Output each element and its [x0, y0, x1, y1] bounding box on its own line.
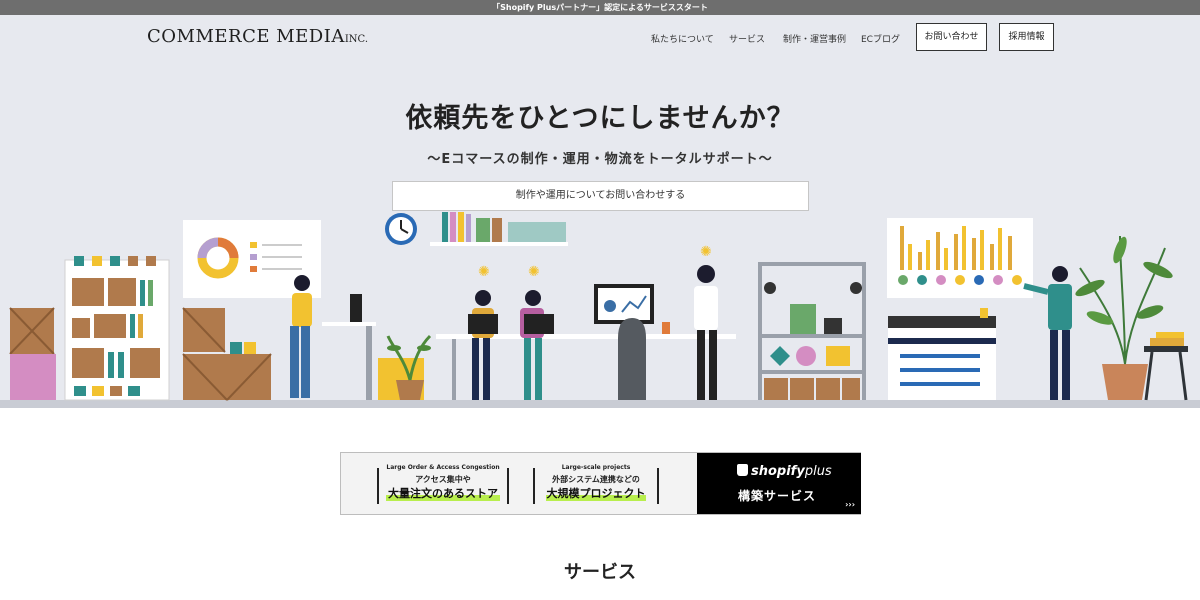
shopify-plus-logo: shopifyplus [737, 464, 832, 479]
contact-button[interactable]: お問い合わせ [916, 23, 987, 51]
banner-item2-en: Large-scale projects [561, 464, 631, 471]
company-logo[interactable]: COMMERCE MEDIAINC. [147, 26, 368, 47]
svg-text:✺: ✺ [528, 264, 540, 280]
printer-cabinet [888, 308, 996, 400]
nav-blog[interactable]: ECブログ [861, 32, 900, 45]
shopify-plus-text: plus [804, 464, 832, 479]
logo-main-text: COMMERCE MEDIA [147, 26, 345, 47]
person-man-pointing [1023, 266, 1072, 400]
hero-contact-button[interactable]: 制作や運用についてお問い合わせする [392, 181, 809, 211]
side-table [1144, 332, 1188, 401]
banner-item1-jp1: アクセス集中や [415, 475, 471, 484]
office-illustration: ✺ ✺ ✺ [0, 212, 1200, 408]
person-man-standing [694, 265, 718, 400]
potted-plant-large [1075, 235, 1173, 400]
coffee-cup [662, 322, 670, 334]
banner-item1-en: Large Order & Access Congestion [386, 464, 500, 471]
storage-shelf-left [64, 256, 170, 401]
book-shelf [430, 212, 568, 246]
svg-text:✺: ✺ [478, 264, 490, 280]
office-chair [618, 318, 646, 400]
logo-suffix-text: INC. [344, 34, 369, 45]
announcement-bar[interactable]: 「Shopify Plusパートナー」認定によるサービススタート [0, 0, 1200, 15]
shopify-service-text: 構築サービス [738, 489, 817, 503]
services-heading: サービス [564, 562, 636, 583]
bar-chart-board [887, 218, 1033, 298]
cardboard-boxes-middle [182, 307, 272, 401]
svg-text:✺: ✺ [700, 244, 712, 260]
nav-works[interactable]: 制作・運営事例 [783, 32, 846, 45]
banner-item2-jp1: 外部システム連携などの [552, 475, 640, 484]
shopify-plus-banner[interactable]: Large Order & Access Congestion アクセス集中や … [340, 452, 861, 515]
hero-subheadline: 〜Eコマースの制作・運用・物流をトータルサポート〜 [427, 152, 773, 167]
shopify-plus-block[interactable]: shopifyplus 構築サービス ››› [697, 453, 861, 514]
cardboard-boxes-left [9, 307, 56, 400]
potted-plant-small [378, 334, 432, 400]
nav-service[interactable]: サービス [729, 32, 765, 45]
recruit-button[interactable]: 採用情報 [999, 23, 1054, 51]
person-seated-2 [520, 290, 554, 400]
metal-shelf [758, 262, 866, 400]
office-desk [436, 334, 736, 400]
banner-item2-jp2: 大規模プロジェクト [546, 485, 646, 501]
person-seated-1 [468, 290, 498, 400]
wall-clock-icon [385, 213, 417, 245]
banner-item1-jp2: 大量注文のあるストア [386, 485, 500, 501]
shopping-bag-icon [737, 464, 748, 476]
triple-chevron-icon: ››› [845, 500, 855, 509]
person-woman-laptop [290, 275, 376, 400]
hero-headline: 依頼先をひとつにしませんか？ [405, 103, 795, 134]
nav-about[interactable]: 私たちについて [651, 32, 714, 45]
shopify-logo-text: shopify [751, 464, 805, 479]
